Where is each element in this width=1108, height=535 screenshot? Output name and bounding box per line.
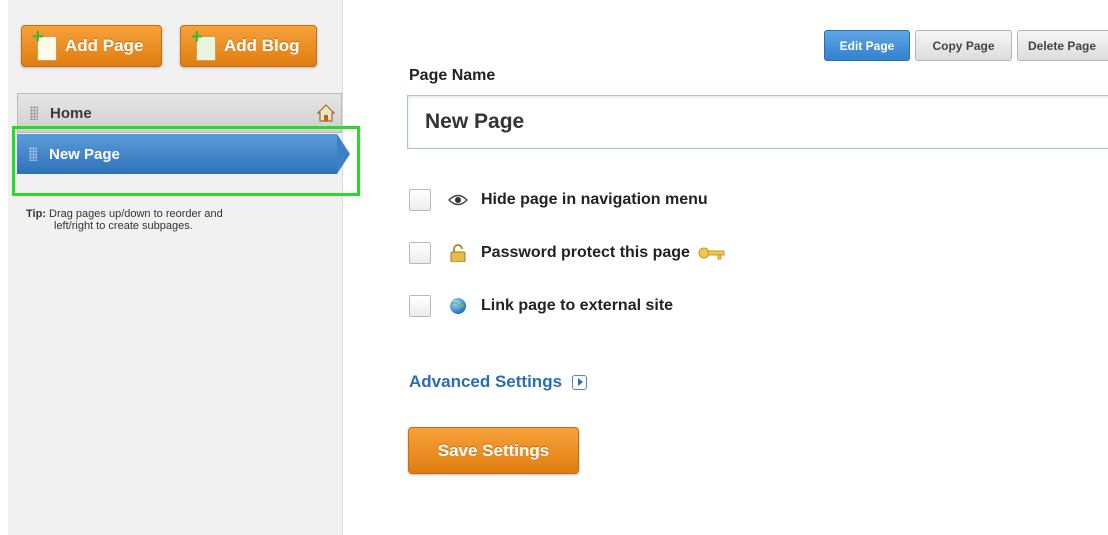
eye-icon [447,191,469,209]
add-blog-label: Add Blog [224,36,300,55]
page-name-label: Page Name [409,67,496,84]
external-link-checkbox[interactable] [409,295,431,317]
option-label: Password protect this page [481,244,690,261]
option-external-link: Link page to external site [409,294,673,318]
option-hide-in-nav: Hide page in navigation menu [409,188,708,212]
add-blog-icon [191,26,216,61]
page-item-label: Home [50,104,92,122]
delete-page-button[interactable]: Delete Page [1017,30,1108,61]
option-label: Link page to external site [481,297,674,314]
tip-text: Tip: Drag pages up/down to reorder and l… [26,208,326,232]
add-blog-button[interactable]: Add Blog [180,25,317,67]
expand-arrow-icon[interactable] [572,374,588,390]
page-name-input[interactable] [407,95,1108,149]
advanced-settings-link[interactable]: Advanced Settings [409,372,588,392]
copy-page-button[interactable]: Copy Page [915,30,1012,61]
advanced-settings-label: Advanced Settings [409,372,563,391]
password-protect-checkbox[interactable] [409,242,431,264]
add-page-icon [32,26,57,61]
tip-line-2: left/right to create subpages. [54,220,193,232]
globe-icon [447,297,469,315]
selection-highlight [12,126,360,196]
drag-handle-icon[interactable] [30,106,38,120]
edit-page-button[interactable]: Edit Page [824,30,910,61]
sidebar: Add Page Add Blog Home New Page Tip: Dra… [8,0,350,535]
option-label: Hide page in navigation menu [481,191,708,208]
tip-prefix: Tip: [26,208,46,220]
add-page-label: Add Page [65,36,144,55]
add-page-button[interactable]: Add Page [21,25,162,67]
save-settings-button[interactable]: Save Settings [408,427,579,474]
key-icon [698,247,725,260]
lock-icon [447,244,469,262]
home-icon [317,104,335,122]
tip-line-1: Drag pages up/down to reorder and [49,208,223,220]
option-password-protect: Password protect this page [409,241,726,265]
hide-in-nav-checkbox[interactable] [409,189,431,211]
